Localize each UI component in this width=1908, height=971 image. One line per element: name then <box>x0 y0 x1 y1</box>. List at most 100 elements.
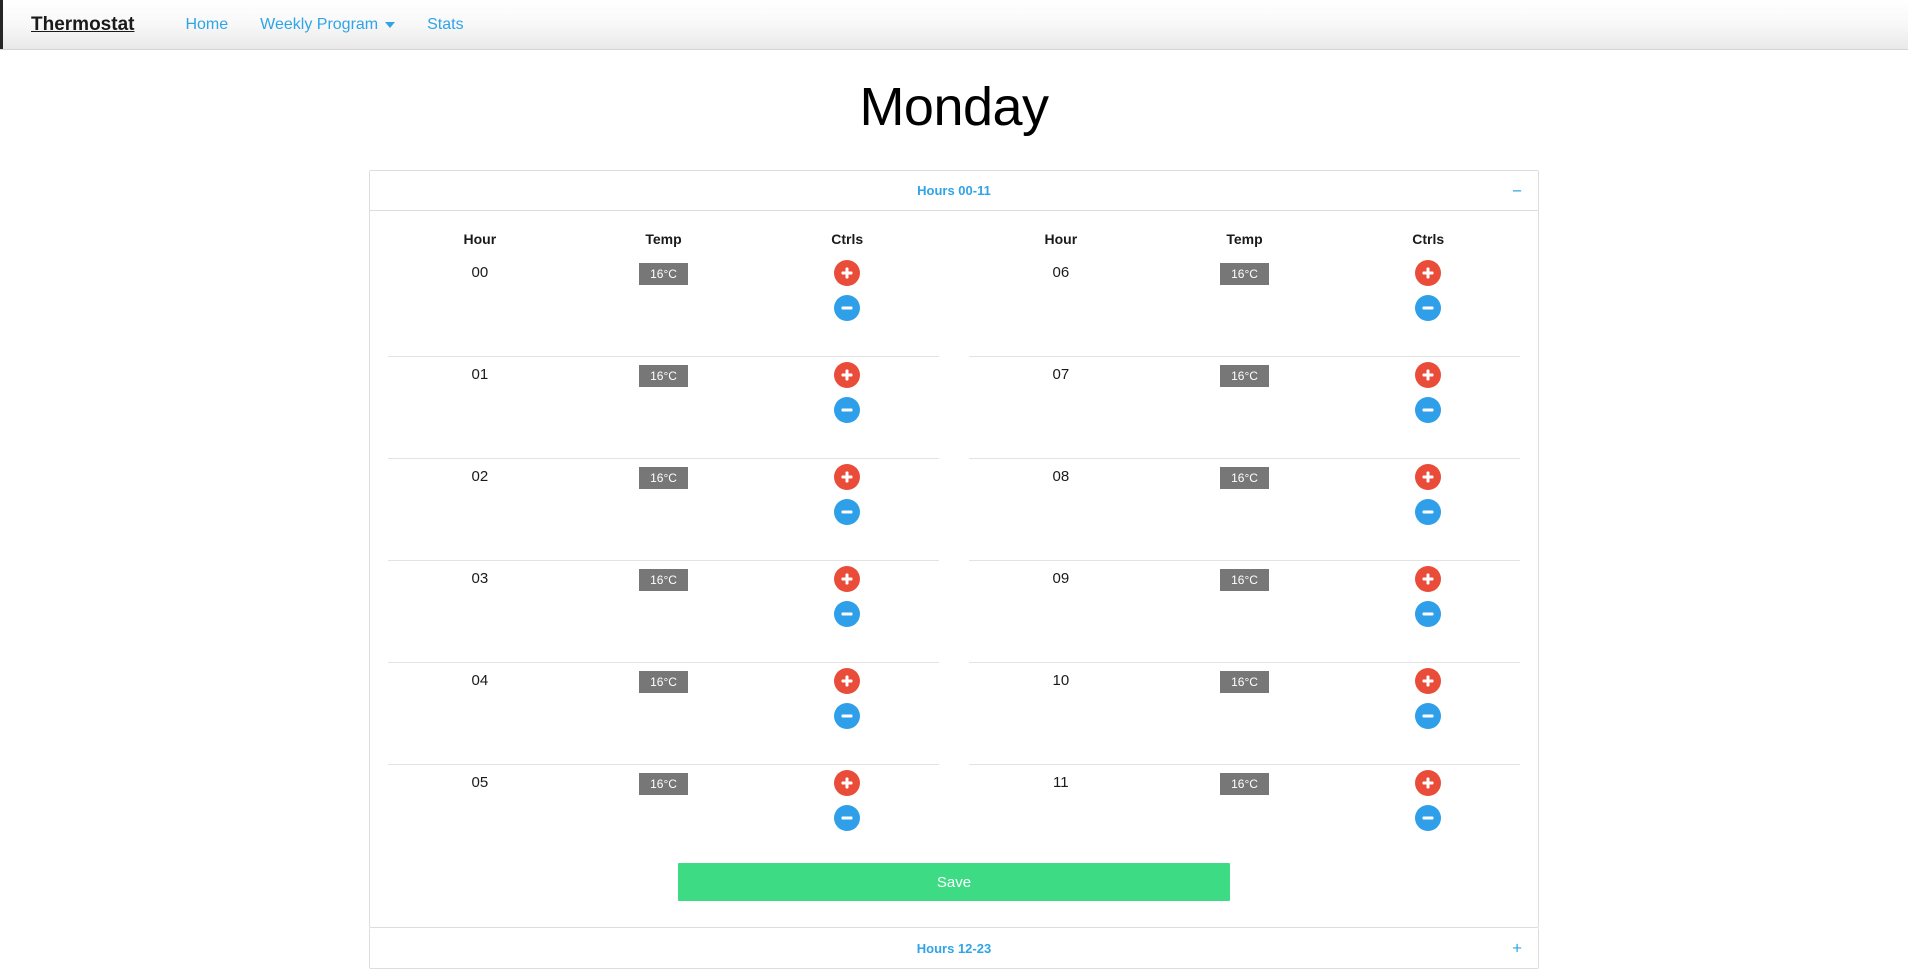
table-row: 10 16°C <box>969 663 1520 765</box>
collapse-minus-icon[interactable]: − <box>1512 182 1522 199</box>
increase-temp-button[interactable] <box>834 362 861 388</box>
cell-temp: 16°C <box>1153 255 1337 285</box>
increase-temp-button[interactable] <box>1415 362 1442 388</box>
cell-ctrls <box>1336 561 1520 627</box>
main-container: Hours 00-11 − Hour Temp Ctrls 00 16°C 01… <box>369 170 1539 969</box>
table-row: 02 16°C <box>388 459 939 561</box>
cell-ctrls <box>1336 357 1520 423</box>
table-row: 00 16°C <box>388 255 939 357</box>
navbar: Thermostat Home Weekly Program Stats <box>0 0 1908 50</box>
panel-hours-12-23: Hours 12-23 + <box>369 928 1539 969</box>
temp-badge: 16°C <box>1220 365 1269 387</box>
decrease-temp-button[interactable] <box>834 499 861 525</box>
table-row: 01 16°C <box>388 357 939 459</box>
cell-ctrls <box>755 459 939 525</box>
nav-link-home[interactable]: Home <box>169 0 244 50</box>
header-temp: Temp <box>645 231 682 247</box>
decrease-temp-button[interactable] <box>834 703 861 729</box>
cell-hour: 08 <box>969 459 1153 487</box>
hour-value: 09 <box>1052 570 1070 587</box>
cell-temp: 16°C <box>572 663 756 693</box>
hour-value: 05 <box>471 774 489 791</box>
decrease-temp-button[interactable] <box>834 295 861 321</box>
cell-hour: 00 <box>388 255 572 283</box>
temp-badge: 16°C <box>1220 773 1269 795</box>
decrease-temp-button[interactable] <box>1415 397 1442 423</box>
temp-badge: 16°C <box>1220 467 1269 489</box>
panel-title-hours-12-23[interactable]: Hours 12-23 <box>917 941 991 956</box>
cell-temp: 16°C <box>572 357 756 387</box>
hour-value: 02 <box>471 468 489 485</box>
panel-title-hours-00-11[interactable]: Hours 00-11 <box>917 183 991 198</box>
decrease-temp-button[interactable] <box>1415 295 1442 321</box>
increase-temp-button[interactable] <box>1415 464 1442 490</box>
increase-temp-button[interactable] <box>834 464 861 490</box>
cell-temp: 16°C <box>572 255 756 285</box>
column-headers-left: Hour Temp Ctrls <box>388 227 939 255</box>
cell-ctrls <box>755 765 939 831</box>
expand-plus-icon[interactable]: + <box>1512 940 1522 957</box>
cell-hour: 10 <box>969 663 1153 691</box>
decrease-temp-button[interactable] <box>1415 499 1442 525</box>
nav-link-stats-label: Stats <box>427 15 464 33</box>
panel-header-hours-12-23[interactable]: Hours 12-23 + <box>370 928 1538 968</box>
decrease-temp-button[interactable] <box>834 805 861 831</box>
cell-hour: 06 <box>969 255 1153 283</box>
cell-temp: 16°C <box>1153 765 1337 795</box>
cell-temp: 16°C <box>572 765 756 795</box>
increase-temp-button[interactable] <box>1415 566 1442 592</box>
table-row: 05 16°C <box>388 765 939 839</box>
hour-value: 01 <box>471 366 489 383</box>
decrease-temp-button[interactable] <box>1415 601 1442 627</box>
cell-ctrls <box>1336 765 1520 831</box>
column-headers-right: Hour Temp Ctrls <box>969 227 1520 255</box>
nav-link-stats[interactable]: Stats <box>411 0 479 50</box>
increase-temp-button[interactable] <box>1415 668 1442 694</box>
hour-value: 00 <box>471 264 489 281</box>
temp-badge: 16°C <box>639 365 688 387</box>
navbar-brand[interactable]: Thermostat <box>18 0 147 50</box>
increase-temp-button[interactable] <box>834 668 861 694</box>
temp-badge: 16°C <box>1220 569 1269 591</box>
cell-hour: 03 <box>388 561 572 589</box>
increase-temp-button[interactable] <box>834 566 861 592</box>
header-temp: Temp <box>1226 231 1263 247</box>
save-button[interactable]: Save <box>678 863 1230 901</box>
cell-ctrls <box>755 561 939 627</box>
cell-hour: 05 <box>388 765 572 793</box>
cell-temp: 16°C <box>1153 561 1337 591</box>
increase-temp-button[interactable] <box>1415 770 1442 796</box>
cell-temp: 16°C <box>1153 663 1337 693</box>
table-row: 11 16°C <box>969 765 1520 839</box>
cell-hour: 01 <box>388 357 572 385</box>
table-row: 06 16°C <box>969 255 1520 357</box>
hours-grid: Hour Temp Ctrls 00 16°C 01 16°C 02 16°C … <box>388 227 1520 839</box>
hour-value: 06 <box>1052 264 1070 281</box>
header-ctrls: Ctrls <box>1412 231 1445 247</box>
temp-badge: 16°C <box>1220 671 1269 693</box>
save-row: Save <box>388 839 1520 927</box>
panel-header-hours-00-11[interactable]: Hours 00-11 − <box>370 171 1538 211</box>
decrease-temp-button[interactable] <box>834 601 861 627</box>
panel-hours-00-11: Hours 00-11 − Hour Temp Ctrls 00 16°C 01… <box>369 170 1539 928</box>
table-row: 07 16°C <box>969 357 1520 459</box>
page-title: Monday <box>859 77 1049 137</box>
header-hour: Hour <box>1044 231 1078 247</box>
nav-link-weekly-program[interactable]: Weekly Program <box>244 0 411 50</box>
chevron-down-icon <box>385 21 396 28</box>
cell-ctrls <box>1336 459 1520 525</box>
increase-temp-button[interactable] <box>834 770 861 796</box>
hours-column-left: Hour Temp Ctrls 00 16°C 01 16°C 02 16°C … <box>388 227 939 839</box>
cell-temp: 16°C <box>572 561 756 591</box>
temp-badge: 16°C <box>639 773 688 795</box>
hour-value: 08 <box>1052 468 1070 485</box>
decrease-temp-button[interactable] <box>1415 703 1442 729</box>
table-row: 04 16°C <box>388 663 939 765</box>
increase-temp-button[interactable] <box>1415 260 1442 286</box>
increase-temp-button[interactable] <box>834 260 861 286</box>
cell-hour: 02 <box>388 459 572 487</box>
cell-ctrls <box>1336 255 1520 321</box>
decrease-temp-button[interactable] <box>1415 805 1442 831</box>
decrease-temp-button[interactable] <box>834 397 861 423</box>
cell-hour: 09 <box>969 561 1153 589</box>
